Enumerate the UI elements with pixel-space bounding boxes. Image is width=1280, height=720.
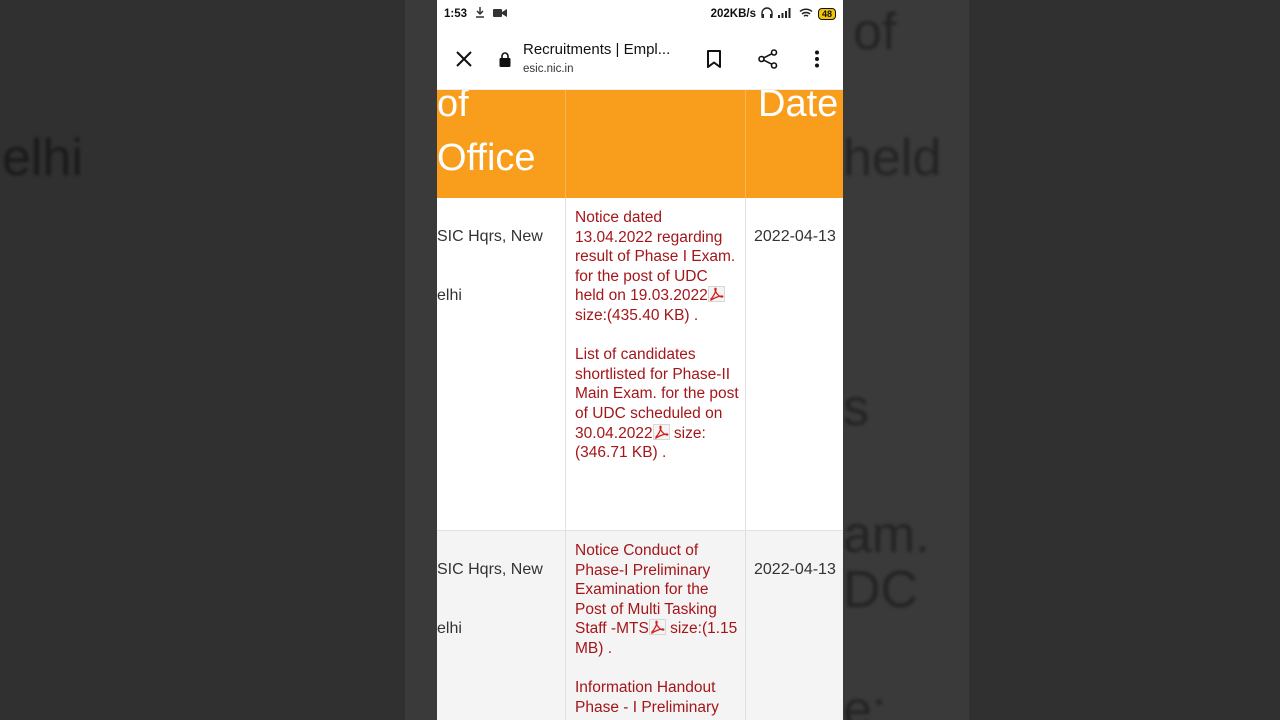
share-icon[interactable]: [752, 43, 784, 75]
wifi-icon: [799, 7, 813, 21]
backdrop-text: e:: [843, 681, 887, 720]
backdrop-text: elhi: [2, 129, 83, 187]
more-options-icon[interactable]: [801, 43, 833, 75]
description-cell: Notice dated 13.04.2022 regarding result…: [575, 208, 739, 463]
status-bar: 1:53 202KB/s 48: [437, 0, 843, 28]
office-cell-line1: SIC Hqrs, New: [437, 228, 543, 245]
blurred-backdrop-left: elhi: [0, 0, 437, 720]
office-cell-line2: elhi: [437, 287, 462, 304]
headphones-icon: [761, 7, 773, 21]
header-office-line1: of: [437, 90, 469, 125]
signal-icon: [777, 7, 794, 21]
download-icon: [475, 7, 485, 21]
close-icon[interactable]: [448, 43, 480, 75]
pdf-icon[interactable]: [652, 423, 670, 440]
backdrop-text: am.: [843, 506, 930, 564]
notice-link[interactable]: Information Handout Phase - I Preliminar…: [575, 678, 739, 717]
pdf-icon[interactable]: [648, 619, 666, 636]
lock-icon: [491, 43, 519, 75]
web-content: of Office Date SIC Hqrs, New elhi Notice…: [437, 90, 843, 720]
pdf-icon[interactable]: [707, 286, 725, 303]
backdrop-text: of: [853, 3, 897, 61]
custom-tab-toolbar: Recruitments | Empl... esic.nic.in: [437, 28, 843, 90]
page-title: Recruitments | Empl...: [523, 41, 671, 58]
backdrop-text: s: [843, 379, 869, 437]
battery-indicator: 48: [817, 8, 836, 20]
office-cell-line1: SIC Hqrs, New: [437, 561, 543, 578]
page-url: esic.nic.in: [523, 63, 574, 75]
bookmark-icon[interactable]: [698, 43, 730, 75]
header-office-line2: Office: [437, 137, 536, 179]
blurred-backdrop-right: of held s am. DC e:: [843, 0, 1280, 720]
notice-link[interactable]: Notice Conduct of Phase-I Preliminary Ex…: [575, 541, 739, 659]
phone-screen: 1:53 202KB/s 48 Recruitments | Empl... e…: [437, 0, 843, 720]
backdrop-text: DC: [843, 561, 919, 619]
table-row: SIC Hqrs, New elhi Notice dated 13.04.20…: [437, 198, 843, 531]
notice-link[interactable]: Notice dated 13.04.2022 regarding result…: [575, 208, 739, 326]
network-speed: 202KB/s: [710, 8, 756, 20]
table-row: SIC Hqrs, New elhi Notice Conduct of Pha…: [437, 531, 843, 720]
video-record-icon: [493, 8, 508, 21]
office-cell-line2: elhi: [437, 620, 462, 637]
date-cell: 2022-04-13: [754, 561, 836, 578]
clock: 1:53: [444, 8, 468, 20]
header-date: Date: [758, 90, 839, 125]
date-cell: 2022-04-13: [754, 228, 836, 245]
table-header: of Office Date: [437, 90, 843, 198]
notice-link[interactable]: List of candidates shortlisted for Phase…: [575, 345, 739, 463]
backdrop-text: held: [843, 129, 942, 187]
page-title-block[interactable]: Recruitments | Empl... esic.nic.in: [523, 41, 670, 75]
description-cell: Notice Conduct of Phase-I Preliminary Ex…: [575, 541, 739, 717]
